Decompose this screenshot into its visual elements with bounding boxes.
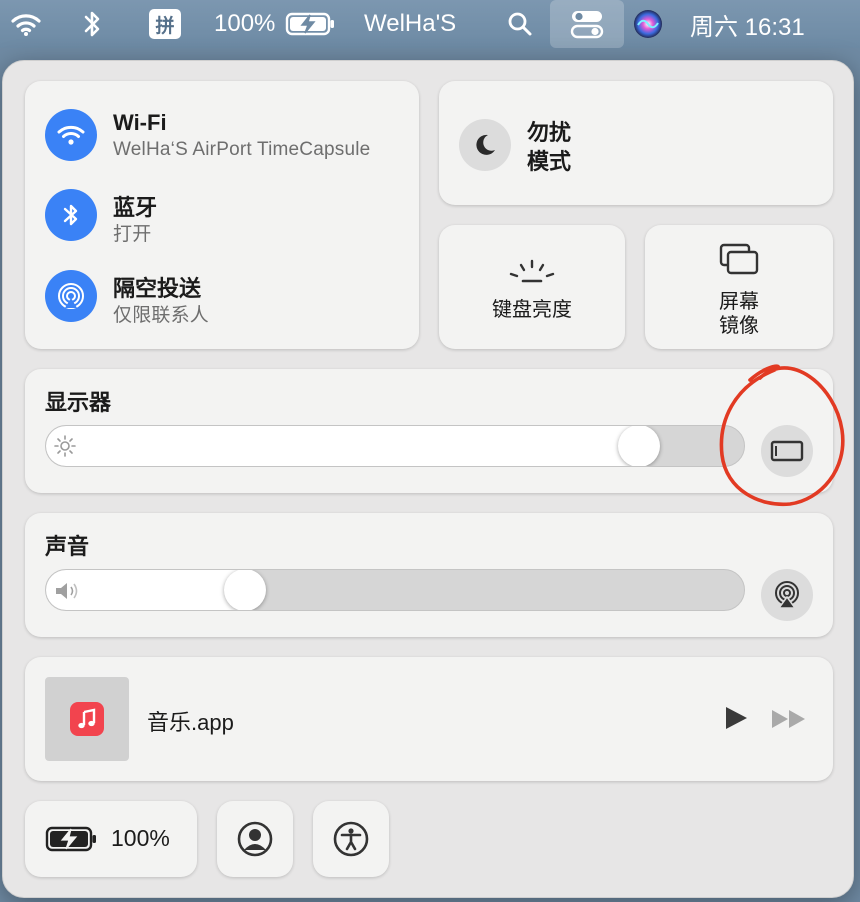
wifi-title: Wi-Fi bbox=[113, 110, 167, 135]
bluetooth-icon[interactable] bbox=[74, 0, 110, 48]
airdrop-subtitle: 仅限联系人 bbox=[113, 305, 210, 326]
user-switch-card[interactable] bbox=[217, 801, 293, 877]
bluetooth-title: 蓝牙 bbox=[113, 195, 158, 220]
siri-icon[interactable] bbox=[628, 0, 668, 48]
now-playing-app: 音乐.app bbox=[147, 710, 234, 735]
screen-mirroring-card[interactable]: 屏幕 镜像 bbox=[645, 225, 833, 349]
airdrop-row[interactable]: 隔空投送 仅限联系人 bbox=[25, 257, 419, 343]
user-name-menu[interactable]: WelHa'S bbox=[364, 0, 480, 48]
keyboard-brightness-icon bbox=[507, 259, 557, 290]
sound-card: 声音 bbox=[25, 513, 833, 637]
display-card: 显示器 bbox=[25, 369, 833, 493]
play-icon[interactable] bbox=[723, 705, 749, 736]
bluetooth-subtitle: 打开 bbox=[113, 224, 152, 245]
focus-line1: 勿扰 bbox=[527, 120, 572, 145]
clock[interactable]: 周六 16:31 bbox=[690, 0, 840, 48]
input-method-icon[interactable]: 拼 bbox=[146, 0, 184, 48]
menu-bar: 拼 100% WelHa'S 周六 16:31 bbox=[0, 0, 860, 48]
search-icon[interactable] bbox=[500, 0, 540, 48]
airdrop-toggle-icon[interactable] bbox=[45, 270, 97, 322]
ime-label: 拼 bbox=[149, 9, 181, 39]
bluetooth-row[interactable]: 蓝牙 打开 bbox=[25, 177, 419, 257]
wifi-toggle-icon[interactable] bbox=[45, 109, 97, 161]
focus-card[interactable]: 勿扰 模式 bbox=[439, 81, 833, 205]
battery-charging-icon[interactable] bbox=[284, 0, 338, 48]
album-art bbox=[45, 677, 129, 761]
control-center-panel: Wi-Fi WelHa‘S AirPort TimeCapsule 蓝牙 打开 bbox=[2, 60, 854, 898]
fast-forward-icon[interactable] bbox=[771, 709, 807, 734]
brightness-slider[interactable] bbox=[45, 425, 745, 467]
screen-mirroring-icon bbox=[719, 243, 759, 280]
battery-percent-menubar[interactable]: 100% bbox=[214, 0, 280, 48]
battery-percent-text: 100% bbox=[214, 10, 276, 37]
wifi-subtitle: WelHa‘S AirPort TimeCapsule bbox=[113, 139, 371, 160]
brightness-knob[interactable] bbox=[618, 426, 660, 466]
moon-icon bbox=[459, 119, 511, 171]
accessibility-icon bbox=[332, 820, 370, 863]
battery-percent-label: 100% bbox=[111, 825, 170, 851]
control-center-icon[interactable] bbox=[550, 0, 624, 48]
airdrop-title: 隔空投送 bbox=[113, 276, 202, 301]
user-icon bbox=[236, 820, 274, 863]
brightness-fill bbox=[46, 426, 639, 466]
speaker-icon bbox=[54, 580, 82, 607]
keyboard-brightness-label: 键盘亮度 bbox=[492, 299, 572, 321]
accessibility-card[interactable] bbox=[313, 801, 389, 877]
network-card: Wi-Fi WelHa‘S AirPort TimeCapsule 蓝牙 打开 bbox=[25, 81, 419, 349]
wifi-row[interactable]: Wi-Fi WelHa‘S AirPort TimeCapsule bbox=[25, 81, 419, 167]
music-app-icon bbox=[70, 702, 104, 736]
battery-card[interactable]: 100% bbox=[25, 801, 197, 877]
airplay-audio-icon[interactable] bbox=[761, 569, 813, 621]
display-label: 显示器 bbox=[45, 390, 112, 415]
wifi-icon[interactable] bbox=[4, 0, 48, 48]
volume-slider[interactable] bbox=[45, 569, 745, 611]
focus-line2: 模式 bbox=[527, 149, 572, 174]
battery-charging-icon bbox=[45, 825, 99, 858]
sound-label: 声音 bbox=[45, 534, 90, 559]
screen-mirroring-line2: 镜像 bbox=[719, 315, 759, 337]
user-name: WelHa'S bbox=[364, 10, 457, 37]
bluetooth-toggle-icon[interactable] bbox=[45, 189, 97, 241]
volume-knob[interactable] bbox=[224, 570, 266, 610]
screen-mirroring-line1: 屏幕 bbox=[719, 291, 759, 313]
date-time: 周六 16:31 bbox=[690, 13, 805, 41]
now-playing-card: 音乐.app bbox=[25, 657, 833, 781]
keyboard-brightness-card[interactable]: 键盘亮度 bbox=[439, 225, 625, 349]
display-settings-icon[interactable] bbox=[761, 425, 813, 477]
sun-icon bbox=[54, 435, 76, 462]
